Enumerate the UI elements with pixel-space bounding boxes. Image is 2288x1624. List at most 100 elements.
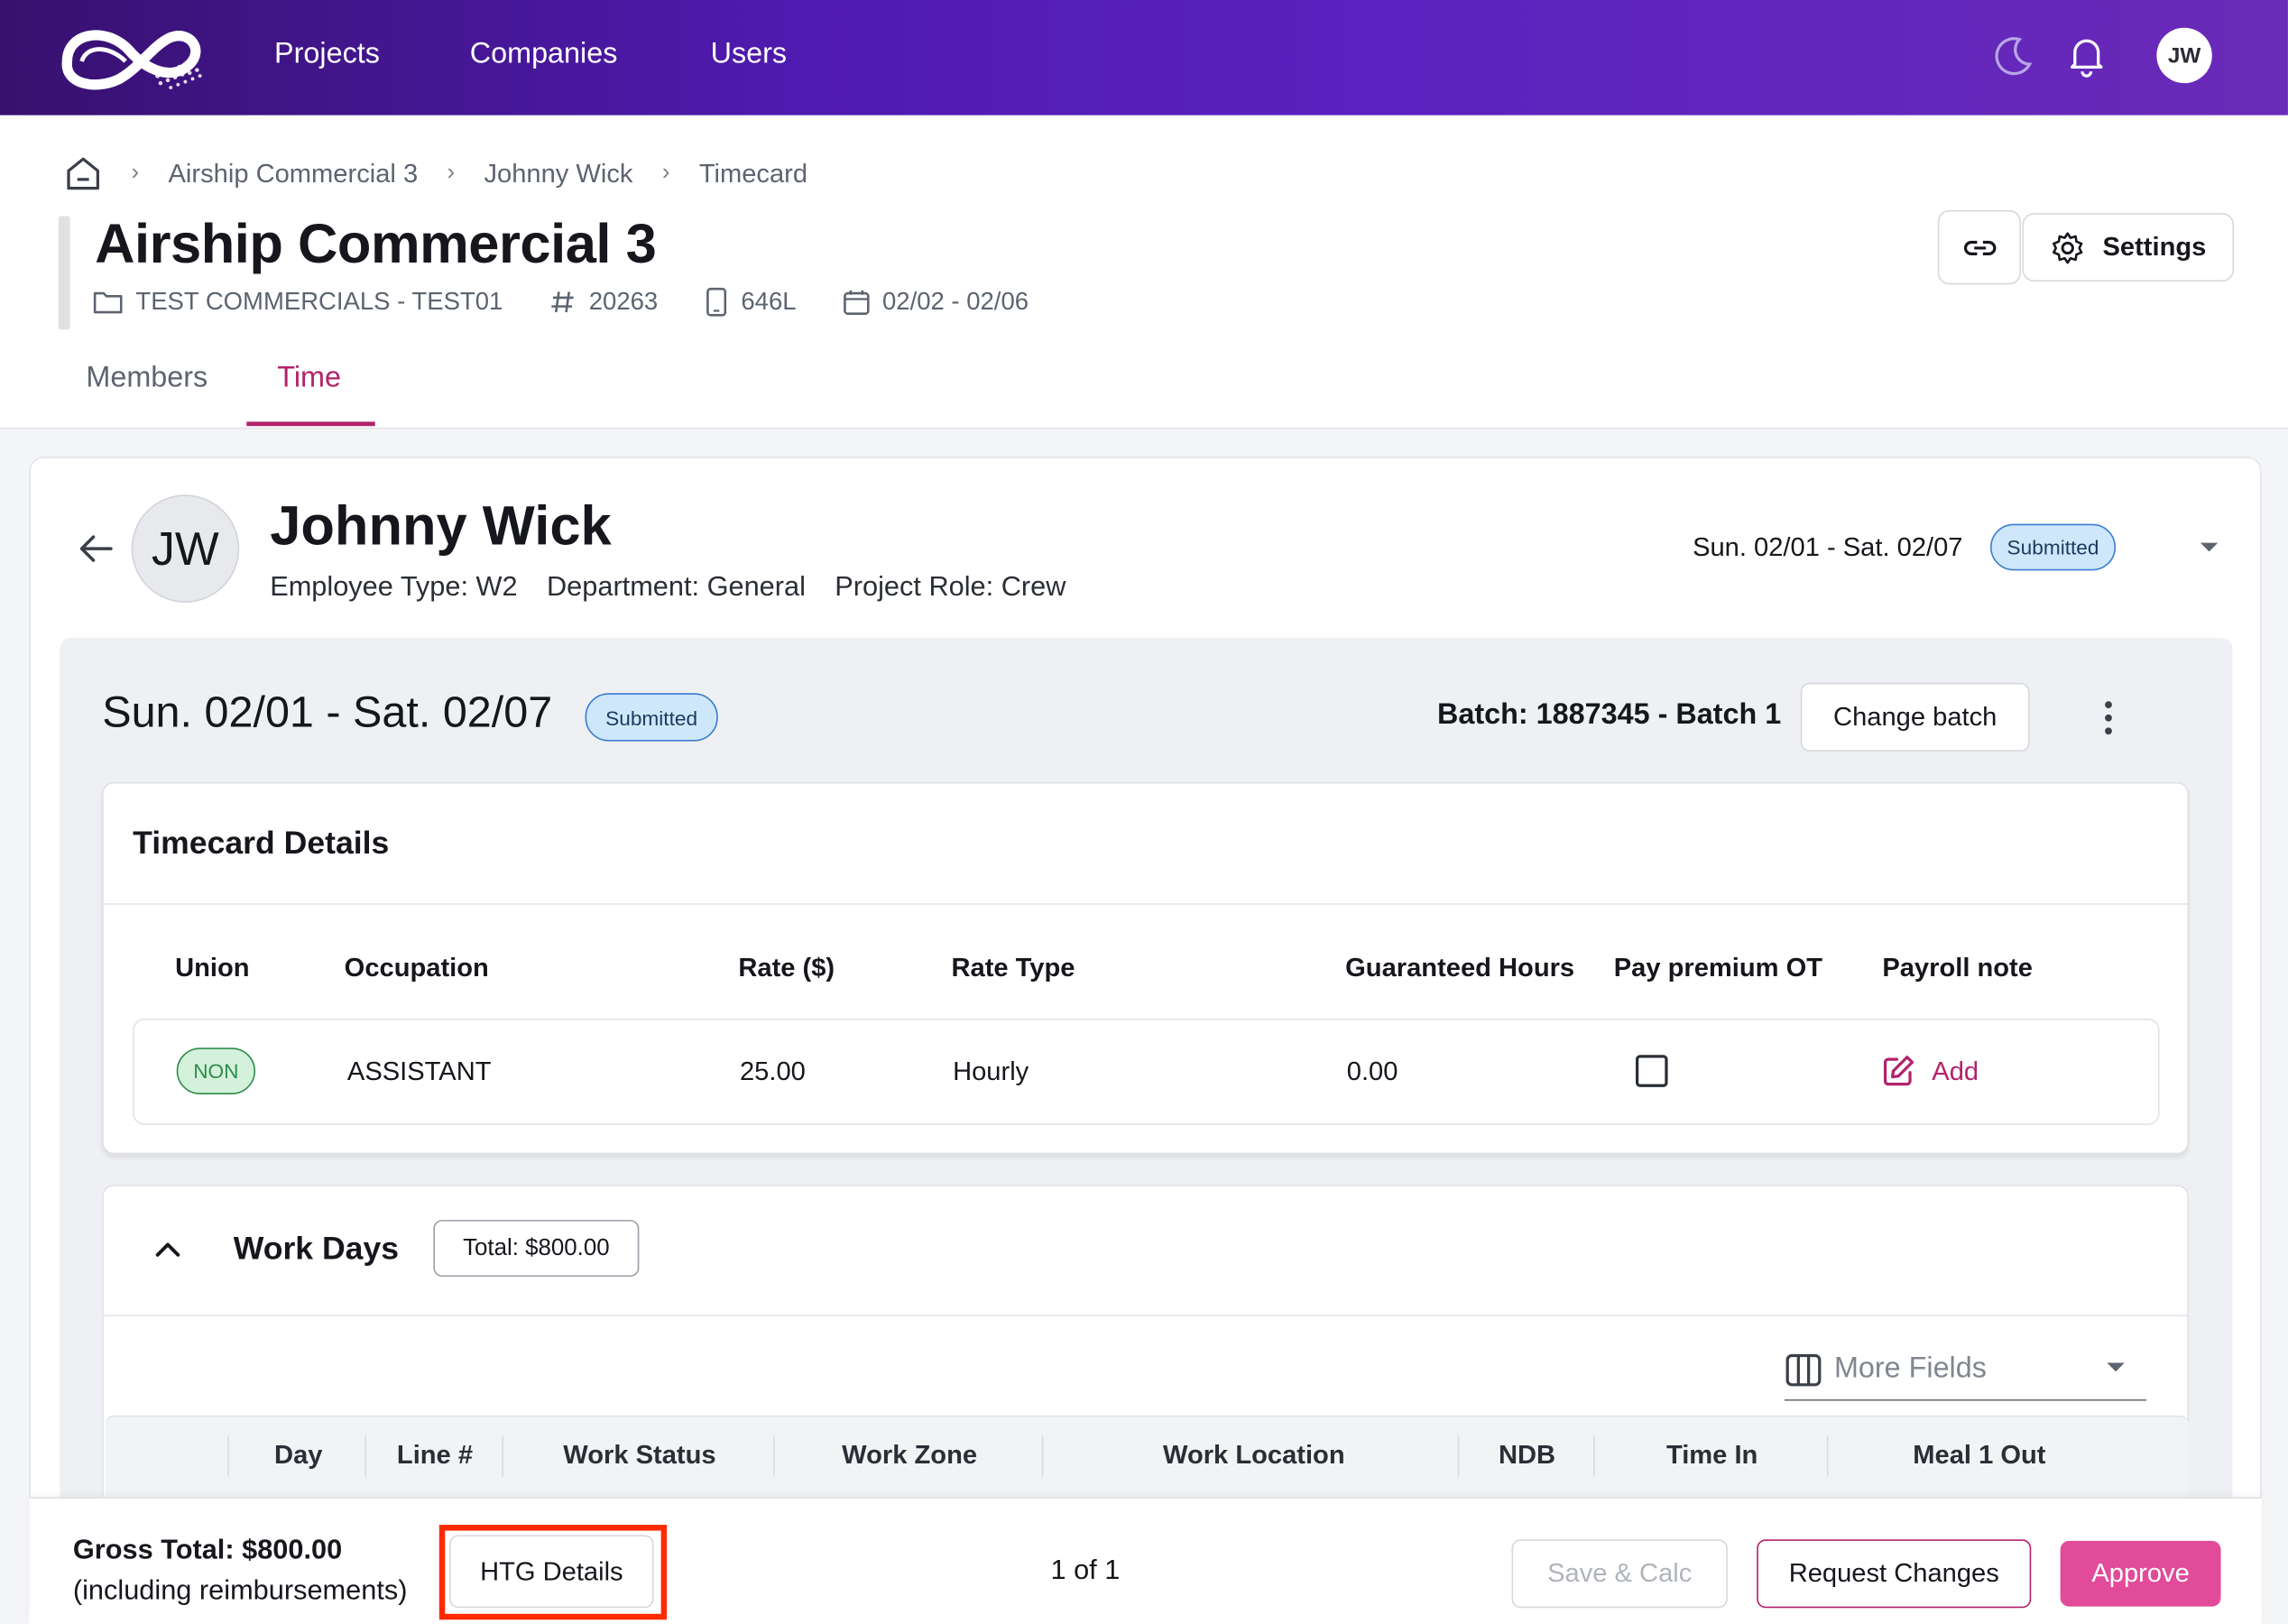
company-text: TEST COMMERCIALS - TEST01	[135, 287, 503, 316]
period-selector-label[interactable]: Sun. 02/01 - Sat. 02/07	[1693, 532, 1962, 563]
meta-number: 20263	[549, 288, 658, 317]
column-separator	[227, 1435, 229, 1477]
back-arrow-icon[interactable]	[76, 531, 116, 567]
approve-button[interactable]: Approve	[2060, 1540, 2221, 1607]
folder-icon	[93, 291, 123, 314]
chevron-up-icon[interactable]	[152, 1233, 184, 1266]
bell-icon[interactable]	[2063, 32, 2110, 79]
link-icon	[1963, 240, 1996, 255]
save-calc-button[interactable]: Save & Calc	[1511, 1539, 1728, 1609]
column-header-work-location[interactable]: Work Location	[1163, 1440, 1345, 1471]
timecard-details-title: Timecard Details	[133, 824, 390, 862]
column-header-ndb[interactable]: NDB	[1499, 1440, 1555, 1471]
project-header: › Airship Commercial 3 › Johnny Wick › T…	[0, 115, 2288, 429]
pay-premium-ot-checkbox[interactable]	[1635, 1055, 1668, 1087]
settings-button[interactable]: Settings	[2022, 213, 2235, 282]
nav-companies[interactable]: Companies	[470, 38, 618, 71]
column-header-line[interactable]: Line #	[397, 1440, 473, 1471]
title-accent-bar	[58, 216, 70, 330]
breadcrumb-project[interactable]: Airship Commercial 3	[169, 158, 419, 189]
column-separator	[1457, 1435, 1460, 1477]
meta-code: 646L	[705, 288, 797, 317]
request-changes-button[interactable]: Request Changes	[1757, 1539, 2032, 1609]
column-header-union: Union	[175, 953, 250, 983]
occupation-value: ASSISTANT	[346, 1056, 492, 1086]
column-separator	[1826, 1435, 1829, 1477]
top-nav: Projects Companies Users JW	[0, 0, 2288, 115]
columns-icon	[1785, 1353, 1822, 1386]
gross-total: Gross Total: $800.00	[72, 1535, 343, 1566]
divider	[102, 903, 2189, 905]
rate-value: 25.00	[739, 1056, 806, 1086]
active-tab-indicator	[246, 421, 375, 427]
column-separator	[1041, 1435, 1044, 1477]
column-header-payroll-note: Payroll note	[1882, 953, 2033, 983]
breadcrumb-timecard: Timecard	[698, 158, 808, 188]
column-header-rate: Rate ($)	[738, 953, 835, 983]
hash-icon	[550, 291, 573, 313]
column-header-work-zone[interactable]: Work Zone	[842, 1440, 977, 1471]
edit-icon	[1883, 1056, 1914, 1086]
column-header-day[interactable]: Day	[274, 1440, 322, 1471]
home-icon[interactable]	[64, 154, 102, 192]
employee-name: Johnny Wick	[270, 495, 612, 558]
status-badge: Submitted	[1989, 523, 2117, 571]
union-badge: NON	[176, 1047, 256, 1094]
chevron-right-icon: ›	[447, 160, 456, 186]
gear-icon	[2053, 231, 2083, 263]
page-title: Airship Commercial 3	[95, 214, 657, 276]
chevron-right-icon: ›	[131, 160, 140, 186]
column-header-rate-type: Rate Type	[951, 953, 1075, 983]
meta-company: TEST COMMERCIALS - TEST01	[93, 287, 503, 317]
nav-users[interactable]: Users	[711, 38, 787, 71]
employee-department: Department: General	[546, 571, 806, 603]
column-separator	[1593, 1435, 1595, 1477]
tab-members[interactable]: Members	[86, 362, 208, 395]
rate-type-value: Hourly	[953, 1056, 1029, 1086]
add-note-label: Add	[1932, 1056, 1979, 1085]
calendar-icon	[843, 290, 870, 316]
work-days-title: Work Days	[233, 1230, 400, 1267]
project-meta: TEST COMMERCIALS - TEST01 20263 646L 02/…	[93, 287, 1075, 317]
copy-link-button[interactable]	[1937, 209, 2021, 285]
add-payroll-note-button[interactable]: Add	[1881, 1054, 1979, 1089]
column-header-meal-1-out[interactable]: Meal 1 Out	[1913, 1440, 2045, 1471]
timecard-status-badge: Submitted	[585, 693, 718, 742]
project-number: 20263	[588, 287, 659, 316]
more-fields-dropdown[interactable]: More Fields	[1784, 1340, 2147, 1401]
chevron-right-icon: ›	[661, 160, 670, 186]
change-batch-button[interactable]: Change batch	[1800, 682, 2030, 752]
caret-down-icon[interactable]	[2199, 540, 2219, 554]
device-icon	[706, 287, 726, 317]
column-header-guaranteed-hours: Guaranteed Hours	[1345, 953, 1575, 983]
project-dates: 02/02 - 02/06	[881, 287, 1029, 316]
timecard-period: Sun. 02/01 - Sat. 02/07	[102, 688, 553, 737]
nav-projects[interactable]: Projects	[274, 38, 380, 71]
column-separator	[773, 1435, 775, 1477]
project-code: 646L	[741, 287, 797, 316]
gross-total-note: (including reimbursements)	[72, 1575, 408, 1607]
app-logo[interactable]	[55, 17, 216, 96]
user-avatar[interactable]: JW	[2156, 27, 2212, 84]
guaranteed-hours-value: 0.00	[1346, 1056, 1398, 1086]
breadcrumb-employee[interactable]: Johnny Wick	[484, 158, 632, 189]
more-options-icon[interactable]	[2092, 697, 2125, 738]
caret-down-icon	[2107, 1362, 2125, 1372]
column-header-time-in[interactable]: Time In	[1666, 1440, 1758, 1471]
page: Projects Companies Users JW › Airship Co…	[0, 0, 2288, 1624]
column-header-pay-premium-ot: Pay premium OT	[1613, 953, 1823, 983]
settings-label: Settings	[2102, 232, 2207, 262]
batch-label: Batch: 1887345 - Batch 1	[1437, 698, 1782, 732]
column-header-occupation: Occupation	[344, 953, 489, 983]
column-separator	[502, 1435, 503, 1477]
meta-dates: 02/02 - 02/06	[843, 288, 1029, 317]
column-header-work-status[interactable]: Work Status	[563, 1440, 715, 1471]
employee-role: Project Role: Crew	[835, 571, 1066, 603]
more-fields-label: More Fields	[1833, 1352, 1987, 1385]
column-separator	[364, 1435, 366, 1477]
moon-icon[interactable]	[1990, 32, 2037, 79]
htg-details-button[interactable]: HTG Details	[449, 1535, 654, 1609]
employee-details: Employee Type: W2 Department: General Pr…	[270, 572, 1095, 604]
divider	[102, 1315, 2189, 1316]
tab-time[interactable]: Time	[277, 362, 341, 395]
